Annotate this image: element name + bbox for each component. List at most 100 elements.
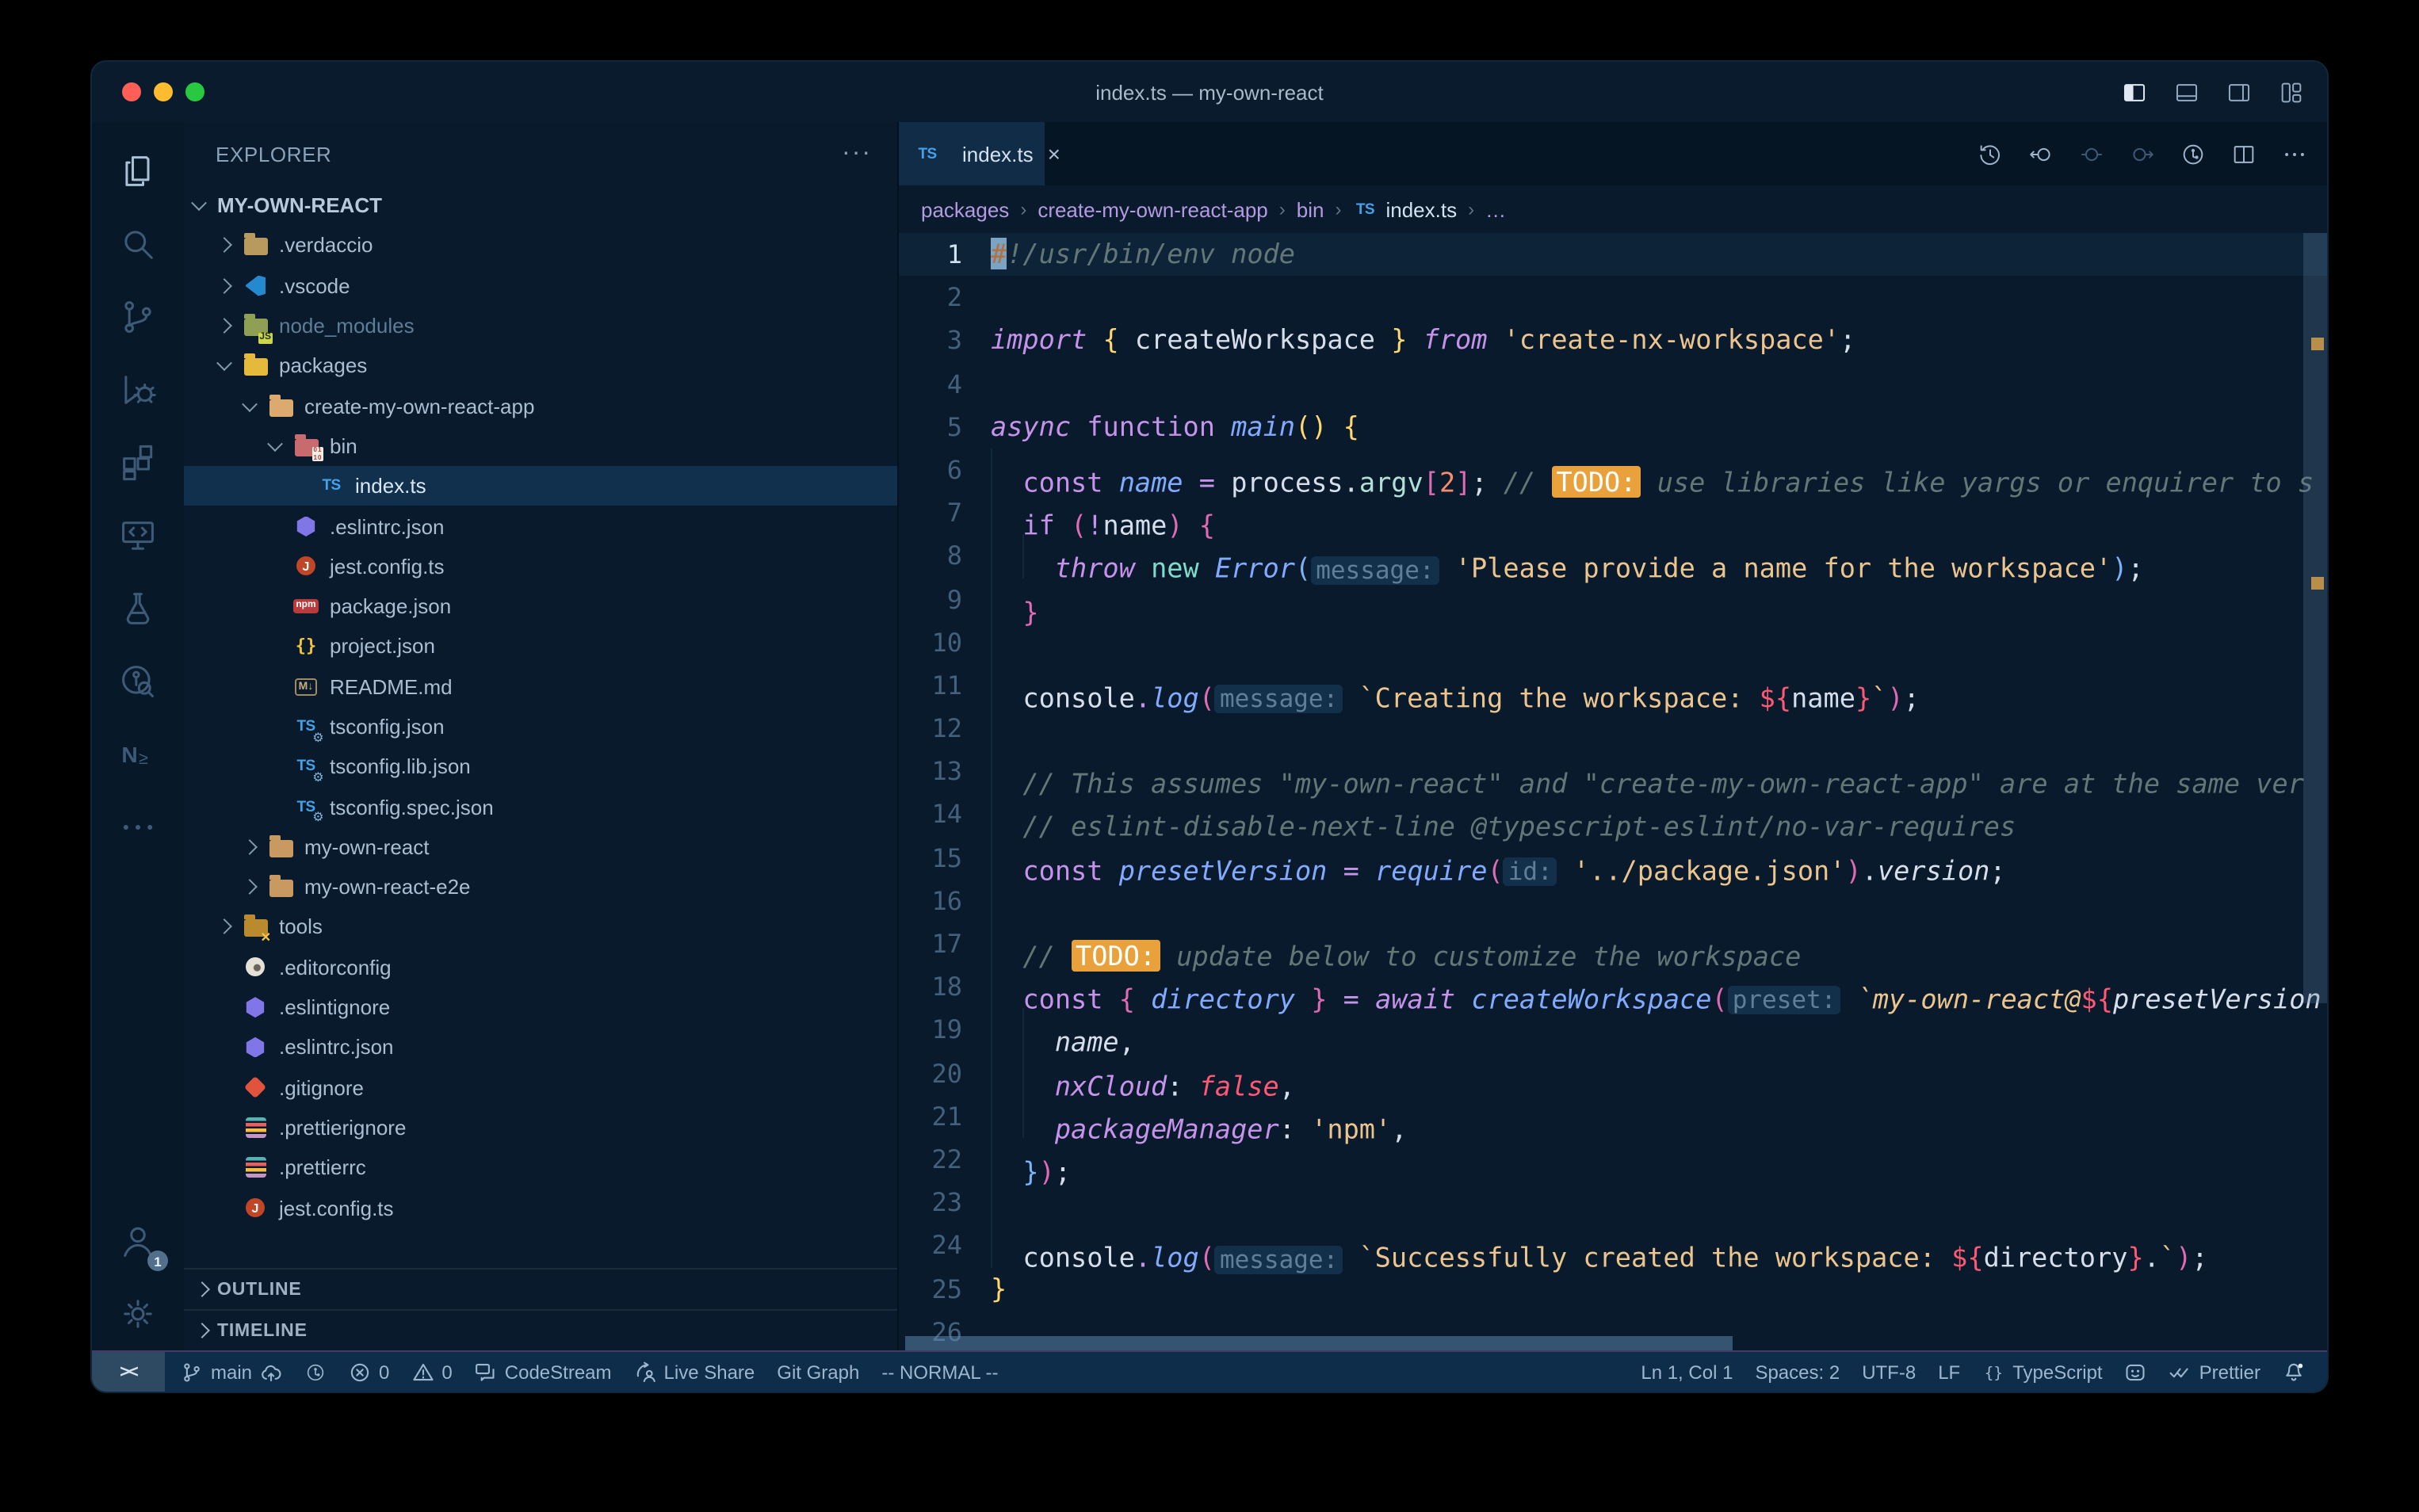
line-number: 22 — [899, 1138, 991, 1181]
tree-item-tools[interactable]: ✕tools — [184, 907, 897, 948]
code-editor[interactable]: 1#!/usr/bin/env node23import { createWor… — [899, 233, 2327, 1350]
status-language-mode[interactable]: {}TypeScript — [1982, 1361, 2102, 1383]
tree-item-index-ts[interactable]: TSindex.ts — [184, 466, 897, 506]
line-number: 9 — [899, 578, 991, 620]
status-eol[interactable]: LF — [1938, 1361, 1960, 1383]
panel-outline[interactable]: OUTLINE — [184, 1268, 897, 1309]
activity-nx-console-icon[interactable]: N≥ — [101, 718, 174, 791]
activity-remote-explorer-icon[interactable] — [101, 499, 174, 572]
line-number: 10 — [899, 620, 991, 663]
tree-item--prettierrc[interactable]: .prettierrc — [184, 1147, 897, 1188]
vertical-scrollbar[interactable] — [2303, 233, 2327, 1003]
status-indentation[interactable]: Spaces: 2 — [1755, 1361, 1840, 1383]
tree-item-label: tsconfig.json — [330, 715, 445, 739]
next-change-icon[interactable] — [2129, 140, 2156, 167]
ts-gear-icon: TS⚙ — [293, 714, 319, 739]
tree-item--gitignore[interactable]: .gitignore — [184, 1067, 897, 1108]
window-zoom-button[interactable] — [185, 82, 204, 101]
breadcrumb-packages[interactable]: packages — [921, 197, 1009, 221]
horizontal-scrollbar[interactable] — [905, 1336, 1733, 1350]
tree-item-label: bin — [330, 434, 357, 458]
tree-item--eslintrc-json[interactable]: .eslintrc.json — [184, 1027, 897, 1067]
tree-item--prettierignore[interactable]: .prettierignore — [184, 1108, 897, 1148]
window-minimize-button[interactable] — [154, 82, 173, 101]
folder-icon — [243, 353, 268, 379]
tree-item-packages[interactable]: packages — [184, 346, 897, 386]
activity-search-icon[interactable] — [101, 208, 174, 281]
toggle-secondary-sidebar-icon[interactable] — [2226, 78, 2253, 105]
vscode-window: index.ts — my-own-react N≥1 EXPLORER ···… — [90, 60, 2329, 1393]
line-number: 2 — [899, 276, 991, 319]
status-git-branch[interactable]: main — [181, 1361, 282, 1383]
tree-item-create-my-own-react-app[interactable]: create-my-own-react-app — [184, 386, 897, 426]
tree-item-jest-config-ts[interactable]: Jjest.config.ts — [184, 1188, 897, 1228]
tree-item--editorconfig[interactable]: .editorconfig — [184, 947, 897, 987]
status-problems-errors[interactable]: 0 — [349, 1361, 389, 1383]
activity-gitlens-icon[interactable] — [101, 645, 174, 718]
tree-item-readme-md[interactable]: M↓README.md — [184, 666, 897, 707]
tree-item-tsconfig-spec-json[interactable]: TS⚙tsconfig.spec.json — [184, 787, 897, 827]
status-notifications-bell[interactable] — [2283, 1361, 2305, 1383]
tree-item-my-own-react-e2e[interactable]: my-own-react-e2e — [184, 867, 897, 907]
code-line-1: 1#!/usr/bin/env node — [899, 233, 2327, 276]
md-icon: M↓ — [293, 674, 319, 699]
activity-extensions-icon[interactable] — [101, 426, 174, 499]
tab-close-icon[interactable]: × — [1048, 141, 1060, 166]
breadcrumb-index.ts[interactable]: TSindex.ts — [1352, 197, 1457, 222]
timeline-history-icon[interactable] — [1977, 140, 2004, 167]
tree-item-tsconfig-lib-json[interactable]: TS⚙tsconfig.lib.json — [184, 746, 897, 787]
prev-change-icon[interactable] — [2078, 140, 2105, 167]
line-number: 24 — [899, 1224, 991, 1267]
status-cursor-position[interactable]: Ln 1, Col 1 — [1641, 1361, 1733, 1383]
remote-indicator[interactable]: >< — [92, 1352, 165, 1392]
tree-item-label: node_modules — [279, 314, 415, 338]
line-number: 7 — [899, 491, 991, 534]
status-vim-mode[interactable]: -- NORMAL -- — [881, 1361, 998, 1383]
sidebar-more-icon[interactable]: ··· — [842, 139, 872, 168]
more-actions-icon[interactable] — [2281, 140, 2308, 167]
tree-item-my-own-react[interactable]: my-own-react — [184, 827, 897, 868]
panel-timeline[interactable]: TIMELINE — [184, 1309, 897, 1350]
split-editor-icon[interactable] — [2230, 140, 2257, 167]
tree-root-my-own-react[interactable]: MY-OWN-REACT — [184, 185, 897, 226]
workbench: N≥1 EXPLORER ··· MY-OWN-REACT.verdaccio.… — [92, 122, 2327, 1350]
commit-graph-icon[interactable] — [2180, 140, 2207, 167]
tree-item-tsconfig-json[interactable]: TS⚙ tsconfig.json — [184, 707, 897, 747]
tree-item-project-json[interactable]: {}project.json — [184, 627, 897, 667]
tree-item--eslintignore[interactable]: .eslintignore — [184, 987, 897, 1028]
vscode-icon — [243, 273, 268, 298]
status-live-share[interactable]: Live Share — [634, 1361, 755, 1383]
tree-item--verdaccio[interactable]: .verdaccio — [184, 226, 897, 266]
window-close-button[interactable] — [122, 82, 141, 101]
tree-item-jest-config-ts[interactable]: Jjest.config.ts — [184, 546, 897, 586]
activity-settings-icon[interactable] — [101, 1277, 174, 1350]
status-git-graph[interactable]: Git Graph — [777, 1361, 859, 1383]
status-prettier[interactable]: Prettier — [2169, 1361, 2260, 1383]
nav-back-icon[interactable] — [2027, 140, 2054, 167]
breadcrumb-create-my-own-react-app[interactable]: create-my-own-react-app — [1038, 197, 1267, 221]
tab-index-ts[interactable]: TS index.ts × — [899, 122, 1045, 185]
status-problems-warnings[interactable]: 0 — [411, 1361, 452, 1383]
breadcrumb-symbols[interactable]: … — [1485, 197, 1506, 221]
activity-explorer-icon[interactable] — [101, 135, 174, 208]
activity-testing-icon[interactable] — [101, 572, 174, 645]
activity-source-control-icon[interactable] — [101, 281, 174, 353]
status-feedback-smiley[interactable] — [2125, 1361, 2147, 1383]
status-codestream[interactable]: CodeStream — [475, 1361, 612, 1383]
toggle-panel-icon[interactable] — [2173, 78, 2200, 105]
customize-layout-icon[interactable] — [2278, 78, 2305, 105]
tree-item-bin[interactable]: 01 10bin — [184, 426, 897, 467]
tree-item--eslintrc-json[interactable]: .eslintrc.json — [184, 506, 897, 547]
tree-item-package-json[interactable]: npmpackage.json — [184, 586, 897, 627]
breadcrumb-bin[interactable]: bin — [1297, 197, 1324, 221]
activity-more-views-icon[interactable] — [101, 791, 174, 864]
activity-run-debug-icon[interactable] — [101, 353, 174, 426]
tree-item--vscode[interactable]: .vscode — [184, 265, 897, 306]
tree-item-node-modules[interactable]: JSnode_modules — [184, 306, 897, 346]
status-commit-graph-btn[interactable] — [304, 1361, 327, 1383]
share — [634, 1361, 656, 1383]
status-encoding[interactable]: UTF-8 — [1862, 1361, 1916, 1383]
toggle-primary-sidebar-icon[interactable] — [2121, 78, 2148, 105]
activity-accounts-icon[interactable]: 1 — [101, 1205, 174, 1277]
sidebar-panels: OUTLINETIMELINE — [184, 1268, 897, 1350]
